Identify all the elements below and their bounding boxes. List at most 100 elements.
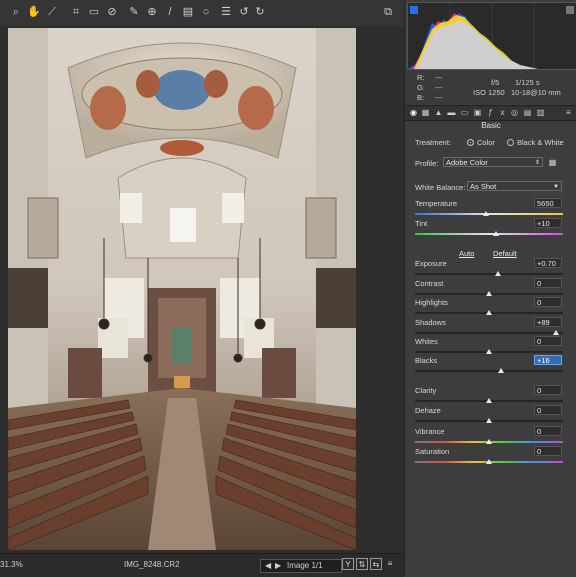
preferences-icon[interactable]: ≡ <box>384 558 396 570</box>
spot-removal-tool-icon[interactable]: ⊘ <box>104 4 120 20</box>
histogram-graph <box>408 3 538 69</box>
shadow-clipping-icon[interactable] <box>410 6 418 14</box>
radial-filter-icon[interactable]: ○ <box>198 4 214 20</box>
r-value: --- <box>435 73 443 82</box>
next-image-icon[interactable]: ▶ <box>275 561 281 570</box>
white-balance-label: White Balance: <box>415 183 466 192</box>
tab-lens-icon[interactable]: ▣ <box>472 107 483 118</box>
straighten-tool-icon[interactable]: ▭ <box>86 4 102 20</box>
rotate-right-icon[interactable]: ↻ <box>252 4 268 20</box>
adjustment-brush-icon[interactable]: ⊕ <box>144 4 160 20</box>
white-balance-tool-icon[interactable]: ⟋ <box>44 4 60 20</box>
treatment-bw-radio[interactable] <box>507 139 514 146</box>
contrast-label: Contrast <box>415 279 444 288</box>
b-label: B: <box>417 93 425 102</box>
crop-tool-icon[interactable]: ⌗ <box>68 4 84 20</box>
histogram <box>407 2 576 70</box>
blacks-label: Blacks <box>415 356 438 365</box>
tab-tone-curve-icon[interactable]: ▦ <box>420 107 431 118</box>
default-link[interactable]: Default <box>493 249 517 258</box>
dehaze-slider-thumb[interactable] <box>486 418 492 423</box>
clarity-slider-thumb[interactable] <box>486 398 492 403</box>
treatment-bw-label[interactable]: Black & White <box>517 138 564 147</box>
tab-hsl-icon[interactable]: ▬ <box>446 107 457 118</box>
tab-snapshots-icon[interactable]: ▥ <box>535 107 546 118</box>
graduated-filter-icon[interactable]: ▤ <box>180 4 196 20</box>
blacks-value-field[interactable]: +16 <box>534 355 562 365</box>
shadows-slider-track[interactable] <box>415 332 563 334</box>
red-eye-tool-icon[interactable]: ✎ <box>126 4 142 20</box>
highlights-slider-thumb[interactable] <box>486 310 492 315</box>
top-toolbar: ⌕ ✋ ⟋ ⌗ ▭ ⊘ ✎ ⊕ / ▤ ○ ☰ ↺ ↻ ⧉ <box>0 0 404 27</box>
vibrance-label: Vibrance <box>415 427 445 436</box>
blacks-slider-thumb[interactable] <box>497 368 504 373</box>
saturation-value-field[interactable]: 0 <box>534 446 562 456</box>
exposure-slider-thumb[interactable] <box>494 271 501 276</box>
tab-detail-icon[interactable]: ▲ <box>433 107 444 118</box>
tint-value-field[interactable]: +10 <box>534 218 562 228</box>
contrast-value-field[interactable]: 0 <box>534 278 562 288</box>
rotate-left-icon[interactable]: ↺ <box>236 4 252 20</box>
vibrance-value-field[interactable]: 0 <box>534 426 562 436</box>
white-balance-select[interactable]: As Shot ▼ <box>467 181 562 191</box>
cathedral-photo[interactable] <box>8 28 356 550</box>
zoom-tool-icon[interactable]: ⌕ <box>8 4 24 20</box>
exposure-slider-track[interactable] <box>415 273 563 275</box>
exposure-value-field[interactable]: +0.70 <box>534 258 562 268</box>
lens-value: 10-18@10 mm <box>511 88 561 97</box>
g-label: G: <box>417 83 425 92</box>
temperature-slider-thumb[interactable] <box>483 211 490 216</box>
whites-value-field[interactable]: 0 <box>534 336 562 346</box>
contrast-slider-thumb[interactable] <box>486 291 492 296</box>
tab-calibration-icon[interactable]: ◎ <box>509 107 520 118</box>
tab-split-toning-icon[interactable]: ▭ <box>459 107 470 118</box>
shadows-value-field[interactable]: +89 <box>534 317 562 327</box>
panel-tabs: ◉ ▦ ▲ ▬ ▭ ▣ ƒ x ◎ ▤ ▥ ≡ <box>405 105 576 121</box>
treatment-color-label[interactable]: Color <box>477 138 495 147</box>
presets-list-icon[interactable]: ☰ <box>218 4 234 20</box>
profile-browser-icon[interactable]: ▦ <box>547 157 558 168</box>
tab-effects-icon[interactable]: ƒ <box>485 107 496 118</box>
treatment-color-radio[interactable] <box>467 139 474 146</box>
saturation-slider-thumb[interactable] <box>486 459 492 464</box>
image-navigator: ◀ ▶ Image 1/1 <box>260 559 342 573</box>
dehaze-label: Dehaze <box>415 406 441 415</box>
before-after-y-button[interactable]: Y <box>342 558 354 570</box>
blacks-slider-track[interactable] <box>415 370 563 372</box>
temperature-value-field[interactable]: 5650 <box>534 198 562 208</box>
panel-menu-icon[interactable]: ≡ <box>563 107 574 118</box>
exposure-label: Exposure <box>415 259 447 268</box>
vibrance-slider-thumb[interactable] <box>486 439 492 444</box>
tint-slider-thumb[interactable] <box>493 231 500 236</box>
highlights-value-field[interactable]: 0 <box>534 297 562 307</box>
saturation-label: Saturation <box>415 447 450 456</box>
g-value: --- <box>435 83 443 92</box>
tab-fx-icon[interactable]: x <box>497 107 508 118</box>
clarity-label: Clarity <box>415 386 437 395</box>
tint-slider-track[interactable] <box>415 233 563 235</box>
copy-settings-button[interactable]: ⇆ <box>370 558 382 570</box>
before-after-swap-button[interactable]: ⇅ <box>356 558 368 570</box>
image-stage[interactable] <box>0 26 404 553</box>
dehaze-value-field[interactable]: 0 <box>534 405 562 415</box>
brush-icon[interactable]: / <box>162 4 178 20</box>
fullscreen-toggle-icon[interactable]: ⧉ <box>380 4 396 20</box>
highlights-label: Highlights <box>415 298 448 307</box>
auto-link[interactable]: Auto <box>459 249 474 258</box>
prev-image-icon[interactable]: ◀ <box>265 561 271 570</box>
r-label: R: <box>417 73 425 82</box>
highlight-clipping-icon[interactable] <box>566 6 574 14</box>
tab-presets-icon[interactable]: ▤ <box>522 107 533 118</box>
whites-slider-thumb[interactable] <box>486 349 492 354</box>
hand-tool-icon[interactable]: ✋ <box>26 4 42 20</box>
temperature-label: Temperature <box>415 199 458 208</box>
camera-info: R: --- G: --- B: --- f/5 1/125 s ISO 125… <box>405 70 576 104</box>
profile-select[interactable]: Adobe Color ⇕ <box>443 157 543 167</box>
zoom-level[interactable]: 31.3% <box>0 560 23 569</box>
shadows-slider-thumb[interactable] <box>552 330 559 335</box>
shutter-value: 1/125 s <box>515 78 540 87</box>
clarity-value-field[interactable]: 0 <box>534 385 562 395</box>
cathedral-image <box>8 28 356 550</box>
section-title: Basic <box>481 121 501 130</box>
tab-basic-icon[interactable]: ◉ <box>408 107 419 118</box>
